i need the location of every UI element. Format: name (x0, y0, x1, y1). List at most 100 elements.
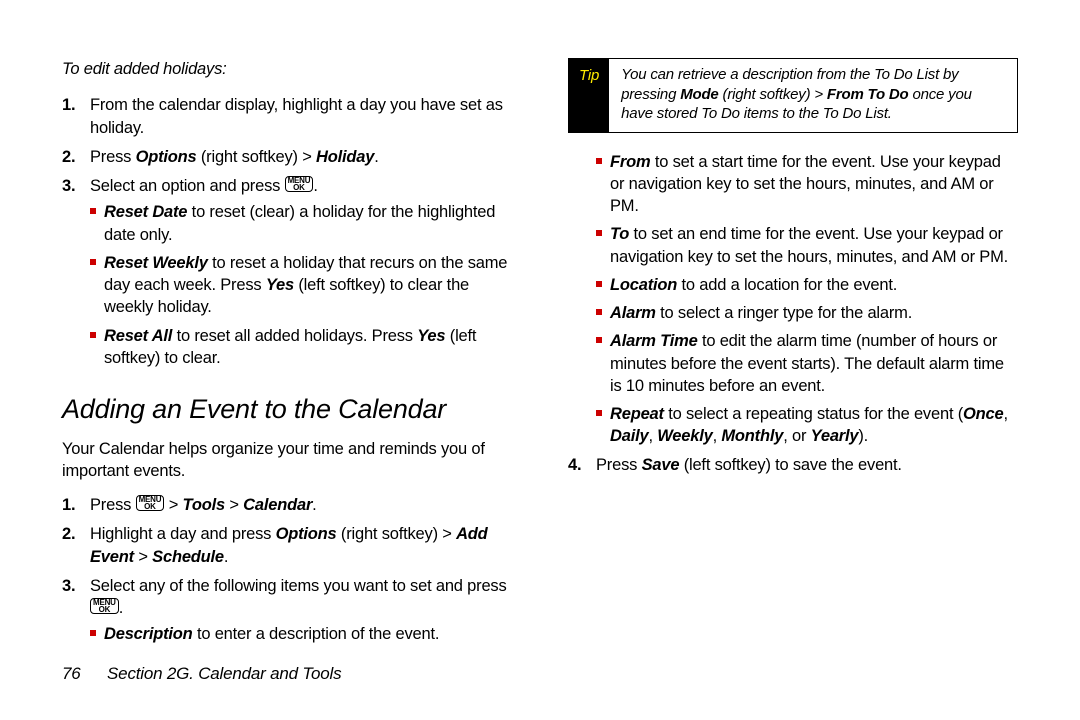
list-text: ). (858, 427, 868, 445)
list-text: Select an option and press (90, 177, 285, 195)
heading-adding-event: Adding an Event to the Calendar (62, 391, 512, 427)
schedule-label: Schedule (152, 548, 224, 566)
mode-label: Mode (680, 86, 718, 103)
page-footer: 76 Section 2G. Calendar and Tools (62, 664, 341, 684)
list-number: 3. (62, 175, 75, 197)
manual-page: To edit added holidays: 1. From the cale… (0, 0, 1080, 720)
list-text: . (374, 148, 378, 166)
list-text: to enter a description of the event. (193, 625, 440, 643)
event-fields-list-right: From to set a start time for the event. … (596, 151, 1018, 448)
reset-date-label: Reset Date (104, 203, 187, 221)
list-text: . (119, 599, 123, 617)
list-item: To to set an end time for the event. Use… (596, 223, 1018, 268)
subheading-edit-holidays: To edit added holidays: (62, 58, 512, 80)
list-item: Reset Date to reset (clear) a holiday fo… (90, 201, 512, 246)
list-item: Reset Weekly to reset a holiday that rec… (90, 252, 512, 319)
list-item: Description to enter a description of th… (90, 623, 512, 645)
list-text: to select a repeating status for the eve… (664, 405, 963, 423)
list-number: 1. (62, 94, 75, 116)
list-item: 4. Press Save (left softkey) to save the… (568, 454, 1018, 476)
list-item: 2. Press Options (right softkey) > Holid… (62, 146, 512, 168)
list-text: Press (90, 148, 136, 166)
add-event-steps: 1. Press MENU OK > Tools > Calendar. 2. … (62, 494, 512, 646)
section-name: Section 2G. Calendar and Tools (107, 664, 341, 683)
list-number: 2. (62, 146, 75, 168)
tip-box: Tip You can retrieve a description from … (568, 58, 1018, 133)
save-step: 4. Press Save (left softkey) to save the… (568, 454, 1018, 476)
list-item: From to set a start time for the event. … (596, 151, 1018, 218)
yes-label: Yes (266, 276, 294, 294)
list-item: Alarm Time to edit the alarm time (numbe… (596, 330, 1018, 397)
list-item: 3. Select an option and press MENU OK. R… (62, 175, 512, 369)
list-number: 2. (62, 523, 75, 545)
menu-ok-key-icon: MENU OK (90, 598, 119, 614)
list-item: 1. From the calendar display, highlight … (62, 94, 512, 139)
from-label: From (610, 153, 650, 171)
tools-label: Tools (183, 496, 225, 514)
daily-label: Daily (610, 427, 648, 445)
menu-ok-key-icon: MENU OK (136, 495, 165, 511)
list-text: (right softkey) > (197, 148, 317, 166)
list-item: Location to add a location for the event… (596, 274, 1018, 296)
list-item: 3. Select any of the following items you… (62, 575, 512, 646)
list-item: Reset All to reset all added holidays. P… (90, 325, 512, 370)
list-text: to reset all added holidays. Press (172, 327, 417, 345)
edit-holidays-list: 1. From the calendar display, highlight … (62, 94, 512, 369)
list-text: . (312, 496, 316, 514)
list-text: to add a location for the event. (677, 276, 897, 294)
menu-ok-key-icon: MENU OK (285, 176, 314, 192)
left-column: To edit added holidays: 1. From the cale… (62, 58, 512, 653)
list-text: , (1003, 405, 1007, 423)
list-text: (right softkey) > (337, 525, 457, 543)
list-number: 3. (62, 575, 75, 597)
event-fields-list-left: Description to enter a description of th… (90, 623, 512, 645)
list-number: 1. (62, 494, 75, 516)
repeat-label: Repeat (610, 405, 664, 423)
list-item: Alarm to select a ringer type for the al… (596, 302, 1018, 324)
list-text: . (224, 548, 228, 566)
alarm-time-label: Alarm Time (610, 332, 698, 350)
list-item: Repeat to select a repeating status for … (596, 403, 1018, 448)
list-number: 4. (568, 454, 581, 476)
location-label: Location (610, 276, 677, 294)
reset-all-label: Reset All (104, 327, 172, 345)
reset-options-list: Reset Date to reset (clear) a holiday fo… (90, 201, 512, 369)
tip-body: You can retrieve a description from the … (609, 59, 1017, 132)
to-label: To (610, 225, 629, 243)
list-text: (left softkey) to save the event. (679, 456, 901, 474)
calendar-label: Calendar (243, 496, 312, 514)
once-label: Once (963, 405, 1003, 423)
list-text: Press (90, 496, 136, 514)
list-text: . (313, 177, 317, 195)
list-item: 1. Press MENU OK > Tools > Calendar. (62, 494, 512, 516)
list-text: > (134, 548, 152, 566)
save-label: Save (642, 456, 680, 474)
list-text: From the calendar display, highlight a d… (90, 96, 503, 136)
page-number: 76 (62, 664, 81, 683)
list-text: to select a ringer type for the alarm. (656, 304, 912, 322)
list-text: , or (783, 427, 810, 445)
list-text: Highlight a day and press (90, 525, 276, 543)
right-column: Tip You can retrieve a description from … (568, 58, 1018, 653)
yes-label: Yes (417, 327, 445, 345)
reset-weekly-label: Reset Weekly (104, 254, 208, 272)
list-text: > (225, 496, 243, 514)
alarm-label: Alarm (610, 304, 656, 322)
monthly-label: Monthly (721, 427, 783, 445)
holiday-label: Holiday (316, 148, 374, 166)
two-column-layout: To edit added holidays: 1. From the cale… (62, 58, 1018, 653)
list-text: to set an end time for the event. Use yo… (610, 225, 1008, 265)
tip-text: (right softkey) > (719, 86, 827, 103)
list-text: , (648, 427, 657, 445)
list-text: to set a start time for the event. Use y… (610, 153, 1001, 216)
options-label: Options (136, 148, 197, 166)
from-to-do-label: From To Do (827, 86, 909, 103)
list-item: 2. Highlight a day and press Options (ri… (62, 523, 512, 568)
tip-label: Tip (569, 59, 609, 132)
weekly-label: Weekly (657, 427, 712, 445)
description-label: Description (104, 625, 193, 643)
yearly-label: Yearly (811, 427, 859, 445)
list-text: > (164, 496, 182, 514)
intro-paragraph: Your Calendar helps organize your time a… (62, 438, 512, 483)
list-text: Select any of the following items you wa… (90, 577, 507, 595)
